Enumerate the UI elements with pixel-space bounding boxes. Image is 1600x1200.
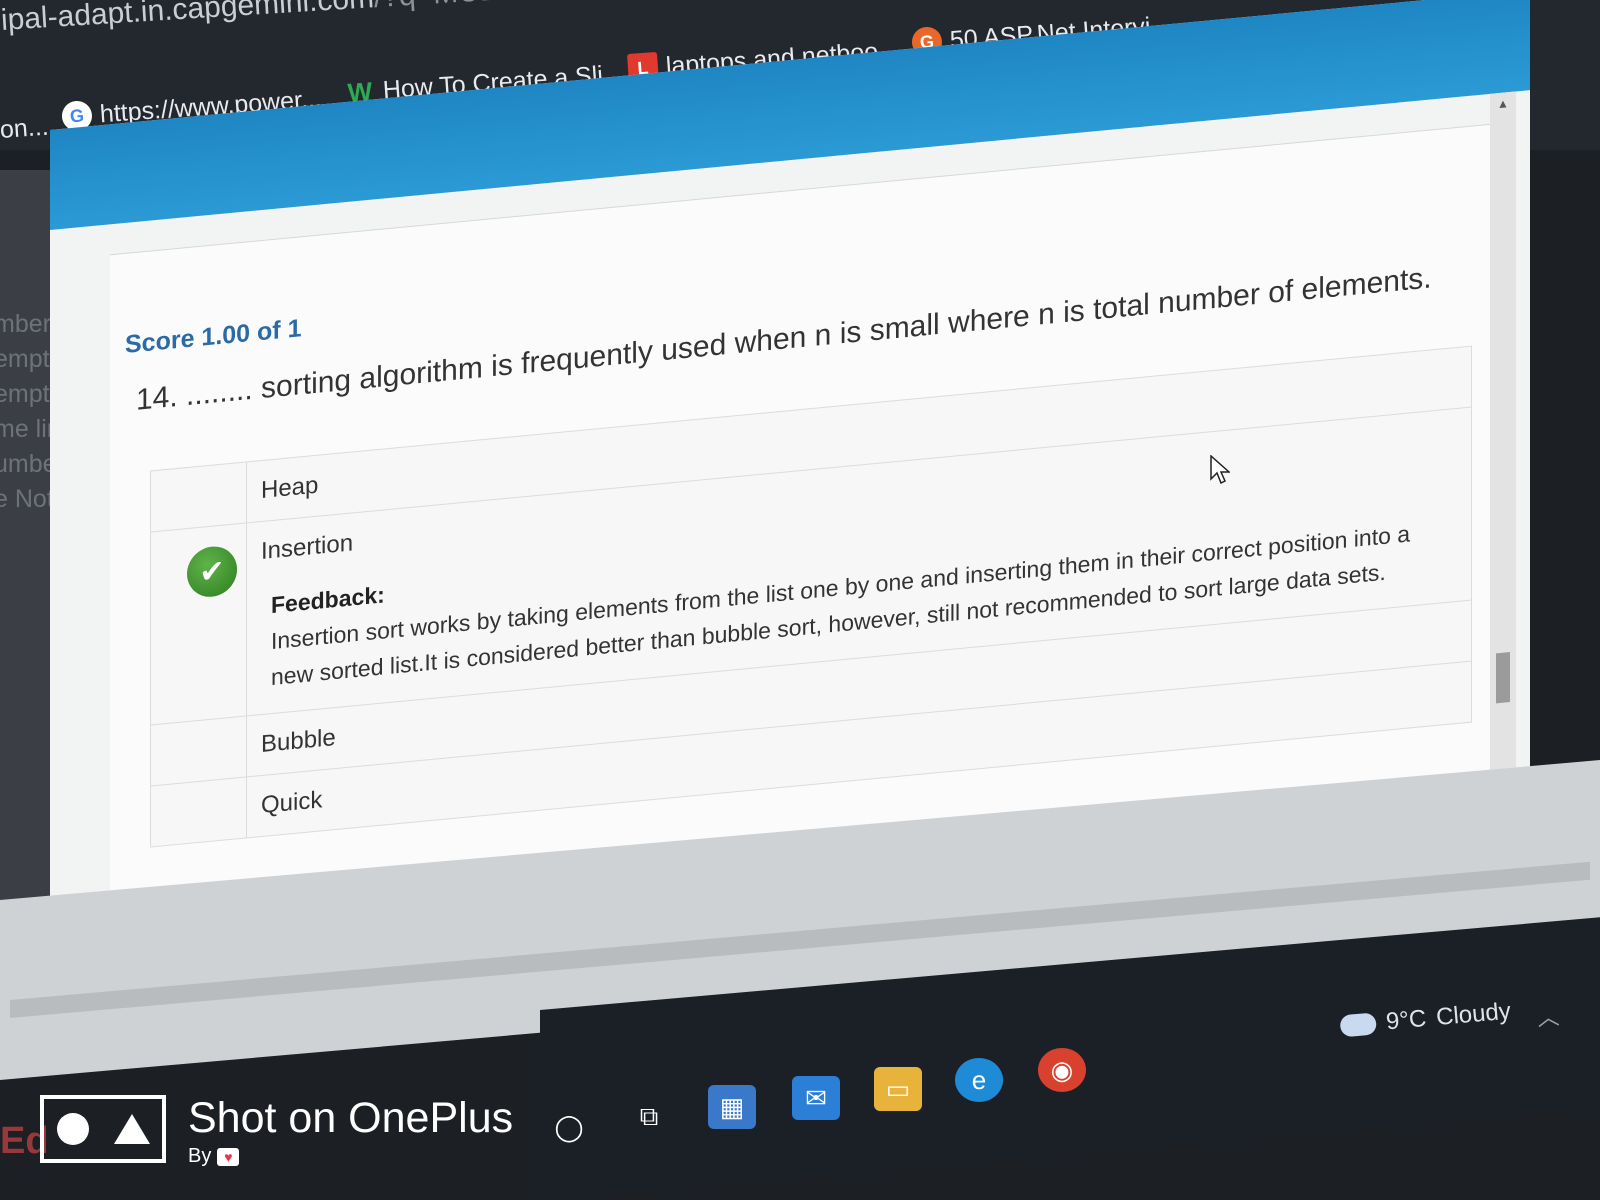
mail-icon[interactable]: ✉ <box>792 1076 840 1120</box>
edge-icon[interactable]: e <box>955 1058 1003 1102</box>
mouse-cursor-icon <box>1210 455 1230 485</box>
watermark-by: By ♥ <box>188 1145 513 1168</box>
bookmark-label: on... <box>0 112 50 144</box>
file-explorer-icon[interactable]: ▭ <box>874 1067 922 1111</box>
chevron-up-icon[interactable]: ︿ <box>1536 999 1561 1033</box>
search-circle-icon[interactable]: ◯ <box>545 1105 593 1149</box>
option-marker: ✔ <box>151 523 247 725</box>
watermark-title: Shot on OnePlus <box>188 1094 514 1142</box>
feedback-title: Feedback: <box>271 581 385 619</box>
url-host: ipal-adapt.in.capgemini.com <box>0 0 375 37</box>
camera-watermark: Shot on OnePlus By ♥ <box>40 1095 513 1168</box>
check-icon: ✔ <box>187 544 237 600</box>
scroll-up-icon[interactable]: ▲ <box>1497 96 1509 111</box>
vertical-scrollbar[interactable]: ▲ ▼ <box>1490 91 1516 794</box>
heart-icon: ♥ <box>217 1147 240 1166</box>
watermark-by-label: By <box>188 1145 212 1167</box>
address-bar[interactable]: ipal-adapt.in.capgemini.com/?q=MULNCours… <box>0 0 717 38</box>
scrollbar-thumb[interactable] <box>1496 651 1510 704</box>
store-icon[interactable]: ▦ <box>708 1085 756 1129</box>
bookmark-item[interactable]: on... <box>0 113 50 145</box>
option-marker <box>151 462 247 532</box>
weather-temp: 9°C <box>1384 1004 1428 1036</box>
task-view-icon[interactable]: ⧉ <box>625 1095 673 1139</box>
url-query: /?q=MULNCourseBook/... <box>373 0 717 14</box>
oneplus-logo-icon <box>40 1095 166 1163</box>
chrome-icon[interactable]: ◉ <box>1038 1048 1086 1092</box>
option-marker <box>151 777 247 847</box>
option-marker <box>151 716 247 786</box>
cloud-icon <box>1339 1012 1378 1038</box>
